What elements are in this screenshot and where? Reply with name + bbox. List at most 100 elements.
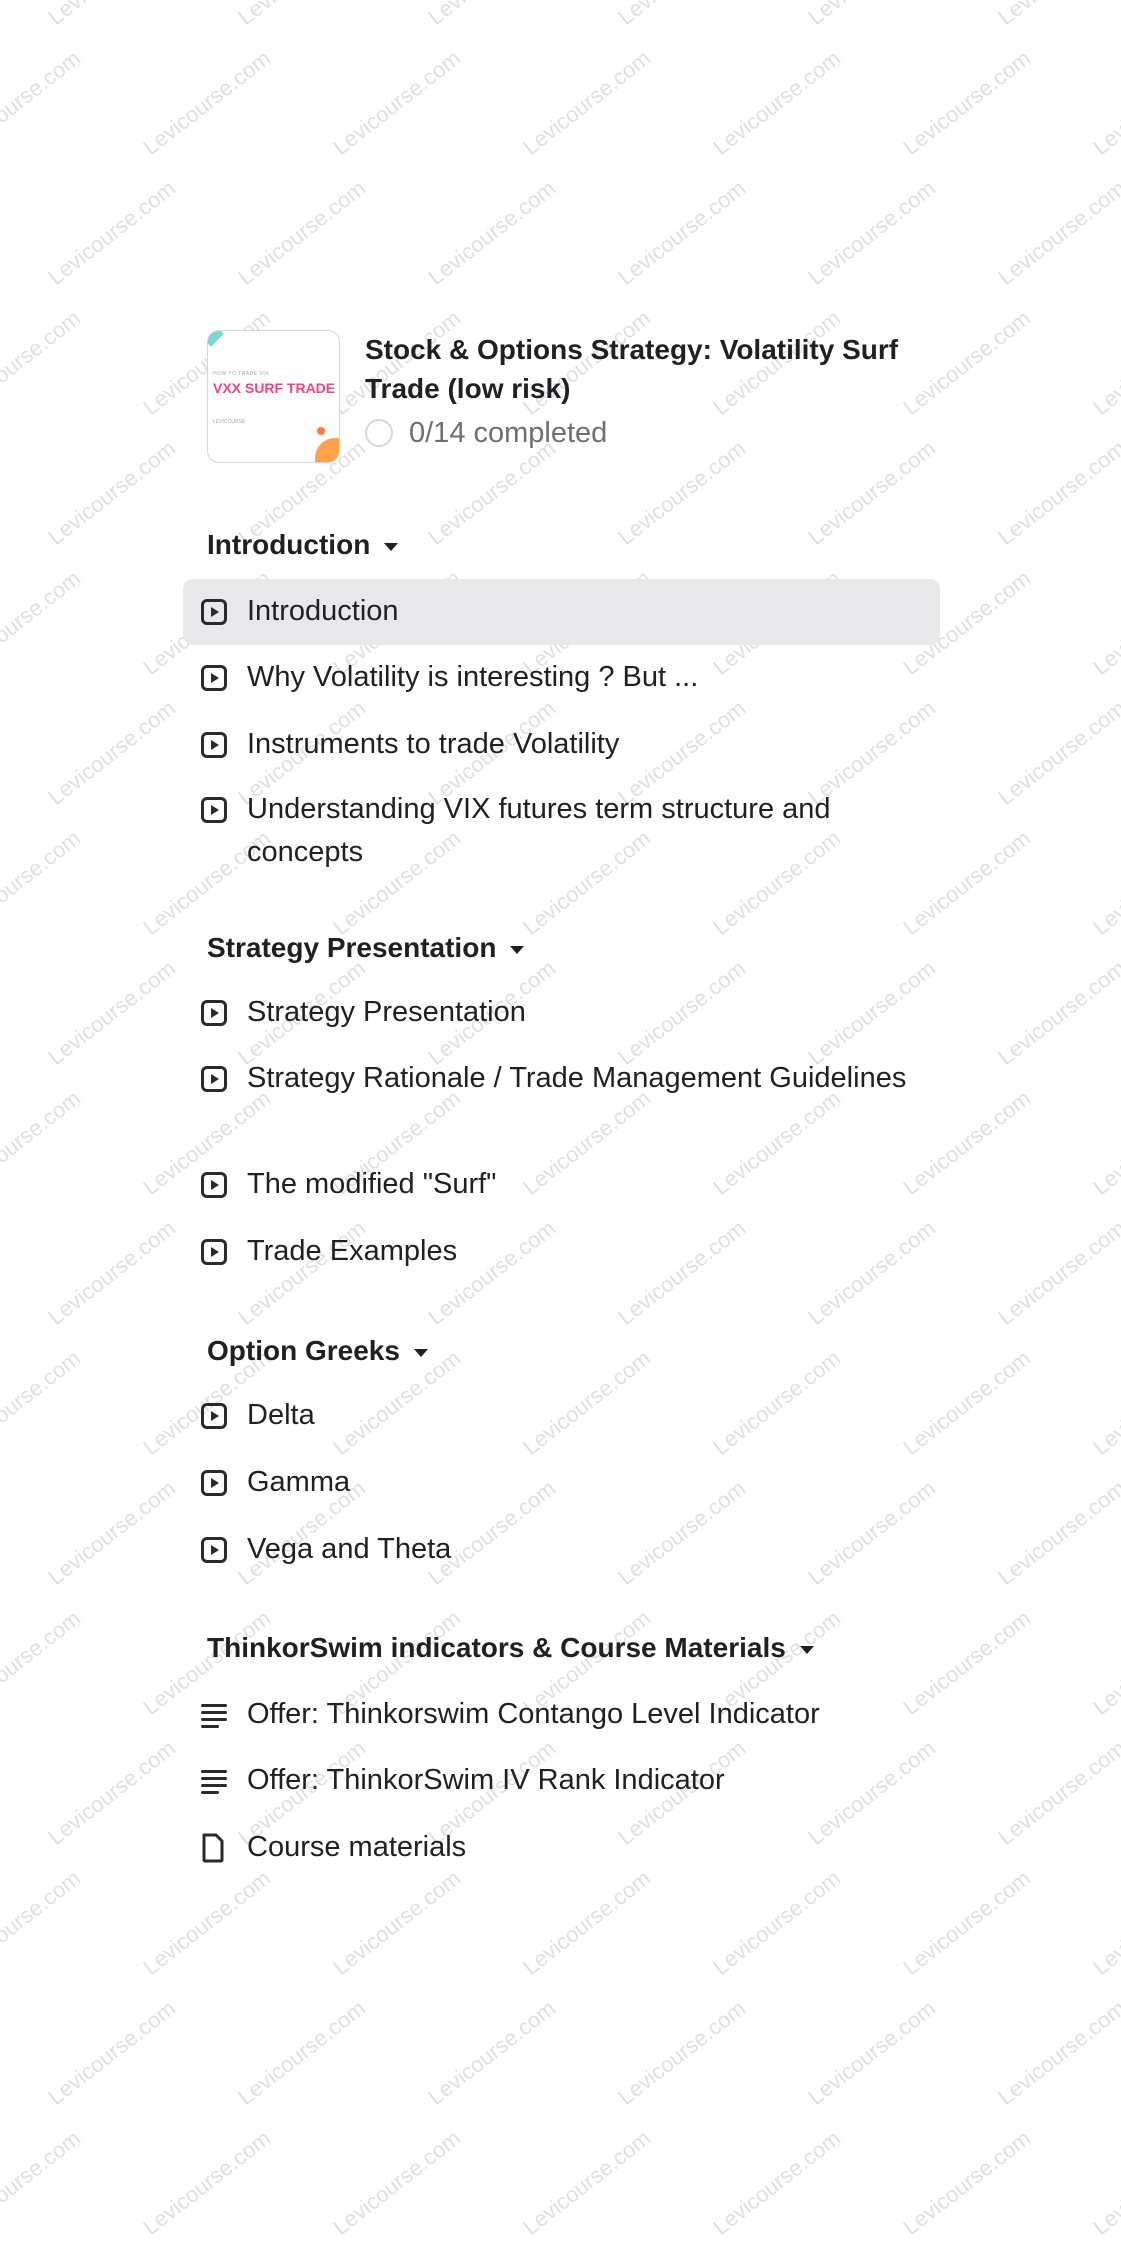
watermark-text: Levicourse.com [0,1865,86,1980]
course-title[interactable]: Stock & Options Strategy: Volatility Sur… [365,330,905,408]
watermark-text: Levicourse.com [993,695,1121,810]
watermark-text: Levicourse.com [613,0,750,31]
lesson-label: Gamma [247,1466,351,1498]
watermark-text: Levicourse.com [233,175,371,290]
watermark-text: Levicourse.com [43,175,181,290]
lesson-label: Strategy Presentation [247,996,526,1028]
section-header-strategy-presentation[interactable]: Strategy Presentation [207,928,525,968]
lesson-iv-rank-indicator[interactable]: Offer: ThinkorSwim IV Rank Indicator [183,1759,940,1802]
watermark-text: Levicourse.com [0,2125,86,2240]
watermark-text: Levicourse.com [43,0,180,31]
watermark-text: Levicourse.com [328,45,466,160]
watermark-text: Levicourse.com [1088,825,1121,940]
watermark-text: Levicourse.com [993,1735,1121,1850]
watermark-text: Levicourse.com [898,2125,1036,2240]
section-header-thinkorswim[interactable]: ThinkorSwim indicators & Course Material… [207,1628,814,1668]
video-icon [201,1172,227,1198]
watermark-text: Levicourse.com [1088,45,1121,160]
caret-down-icon [510,946,525,954]
watermark-text: Levicourse.com [803,175,941,290]
watermark-text: Levicourse.com [1088,1345,1121,1460]
section-header-introduction[interactable]: Introduction [207,525,399,565]
file-icon [202,1833,224,1863]
lesson-trade-examples[interactable]: Trade Examples [183,1230,940,1273]
lesson-label: Why Volatility is interesting ? But ... [247,661,699,693]
watermark-text: Levicourse.com [423,0,560,31]
watermark-text: Levicourse.com [138,45,276,160]
watermark-text: Levicourse.com [138,1865,276,1980]
watermark-text: Levicourse.com [898,45,1036,160]
thumbnail-kicker: HOW TO TRADE VIX [213,371,270,377]
lesson-why-volatility[interactable]: Why Volatility is interesting ? But ... [183,656,940,699]
lesson-label: Understanding VIX futures term structure… [247,793,831,868]
section-title: Option Greeks [207,1335,400,1366]
video-icon [201,1239,227,1265]
course-thumbnail[interactable]: HOW TO TRADE VIX VXX SURF TRADE LEVICOUR… [207,330,340,463]
video-icon [201,1000,227,1026]
lesson-strategy-rationale[interactable]: Strategy Rationale / Trade Management Gu… [183,1057,940,1100]
watermark-text: Levicourse.com [0,825,86,940]
watermark-text: Levicourse.com [518,1865,656,1980]
text-lines-icon [201,1702,227,1728]
caret-down-icon [799,1646,814,1654]
lesson-gamma[interactable]: Gamma [183,1461,940,1504]
lesson-vix-term-structure[interactable]: Understanding VIX futures term structure… [183,788,940,874]
watermark-text: Levicourse.com [423,175,561,290]
section-header-option-greeks[interactable]: Option Greeks [207,1331,428,1371]
lesson-modified-surf[interactable]: The modified "Surf" [183,1163,940,1206]
lesson-contango-indicator[interactable]: Offer: Thinkorswim Contango Level Indica… [183,1693,940,1736]
watermark-text: Levicourse.com [0,45,86,160]
lesson-vega-theta[interactable]: Vega and Theta [183,1528,940,1571]
watermark-text: Levicourse.com [993,0,1121,31]
caret-down-icon [384,543,399,551]
watermark-text: Levicourse.com [993,1995,1121,2110]
thumbnail-footer: LEVICOURSE [213,419,246,425]
lesson-label: The modified "Surf" [247,1168,497,1200]
watermark-text: Levicourse.com [803,0,940,31]
thumbnail-title: VXX SURF TRADE [213,380,336,396]
video-icon [201,1537,227,1563]
section-title: ThinkorSwim indicators & Course Material… [207,1632,786,1663]
progress-text: 0/14 completed [409,416,608,449]
video-icon [201,1403,227,1429]
lesson-strategy-presentation[interactable]: Strategy Presentation [183,991,940,1034]
watermark-text: Levicourse.com [518,45,656,160]
watermark-text: Levicourse.com [43,435,181,550]
course-progress: 0/14 completed [365,415,607,451]
watermark-text: Levicourse.com [1088,305,1121,420]
lesson-instruments[interactable]: Instruments to trade Volatility [183,723,940,766]
watermark-text: Levicourse.com [0,1085,86,1200]
watermark-text: Levicourse.com [993,435,1121,550]
watermark-text: Levicourse.com [1088,2125,1121,2240]
lesson-label: Course materials [247,1831,467,1863]
video-icon [201,797,227,823]
watermark-text: Levicourse.com [708,1865,846,1980]
lesson-label: Offer: ThinkorSwim IV Rank Indicator [247,1764,725,1796]
watermark-text: Levicourse.com [898,1865,1036,1980]
lesson-delta[interactable]: Delta [183,1394,940,1437]
watermark-text: Levicourse.com [0,305,86,420]
lesson-introduction[interactable]: Introduction [183,579,940,645]
text-lines-icon [201,1768,227,1794]
course-header: HOW TO TRADE VIX VXX SURF TRADE LEVICOUR… [207,330,942,465]
watermark-text: Levicourse.com [0,1605,86,1720]
watermark-text: Levicourse.com [708,45,846,160]
watermark-text: Levicourse.com [613,1995,751,2110]
watermark-text: Levicourse.com [993,175,1121,290]
watermark-text: Levicourse.com [1088,1605,1121,1720]
watermark-text: Levicourse.com [233,0,370,31]
lesson-label: Introduction [247,595,399,627]
video-icon [201,732,227,758]
lesson-label: Instruments to trade Volatility [247,728,620,760]
lesson-course-materials[interactable]: Course materials [183,1826,940,1869]
lesson-label: Vega and Theta [247,1533,452,1565]
thumbnail-arc-decoration [315,438,339,462]
watermark-text: Levicourse.com [138,2125,276,2240]
watermark-text: Levicourse.com [0,565,86,680]
watermark-text: Levicourse.com [0,1345,86,1460]
watermark-text: Levicourse.com [328,2125,466,2240]
watermark-text: Levicourse.com [43,1475,181,1590]
video-icon [201,1066,227,1092]
watermark-text: Levicourse.com [708,2125,846,2240]
video-icon [201,1470,227,1496]
